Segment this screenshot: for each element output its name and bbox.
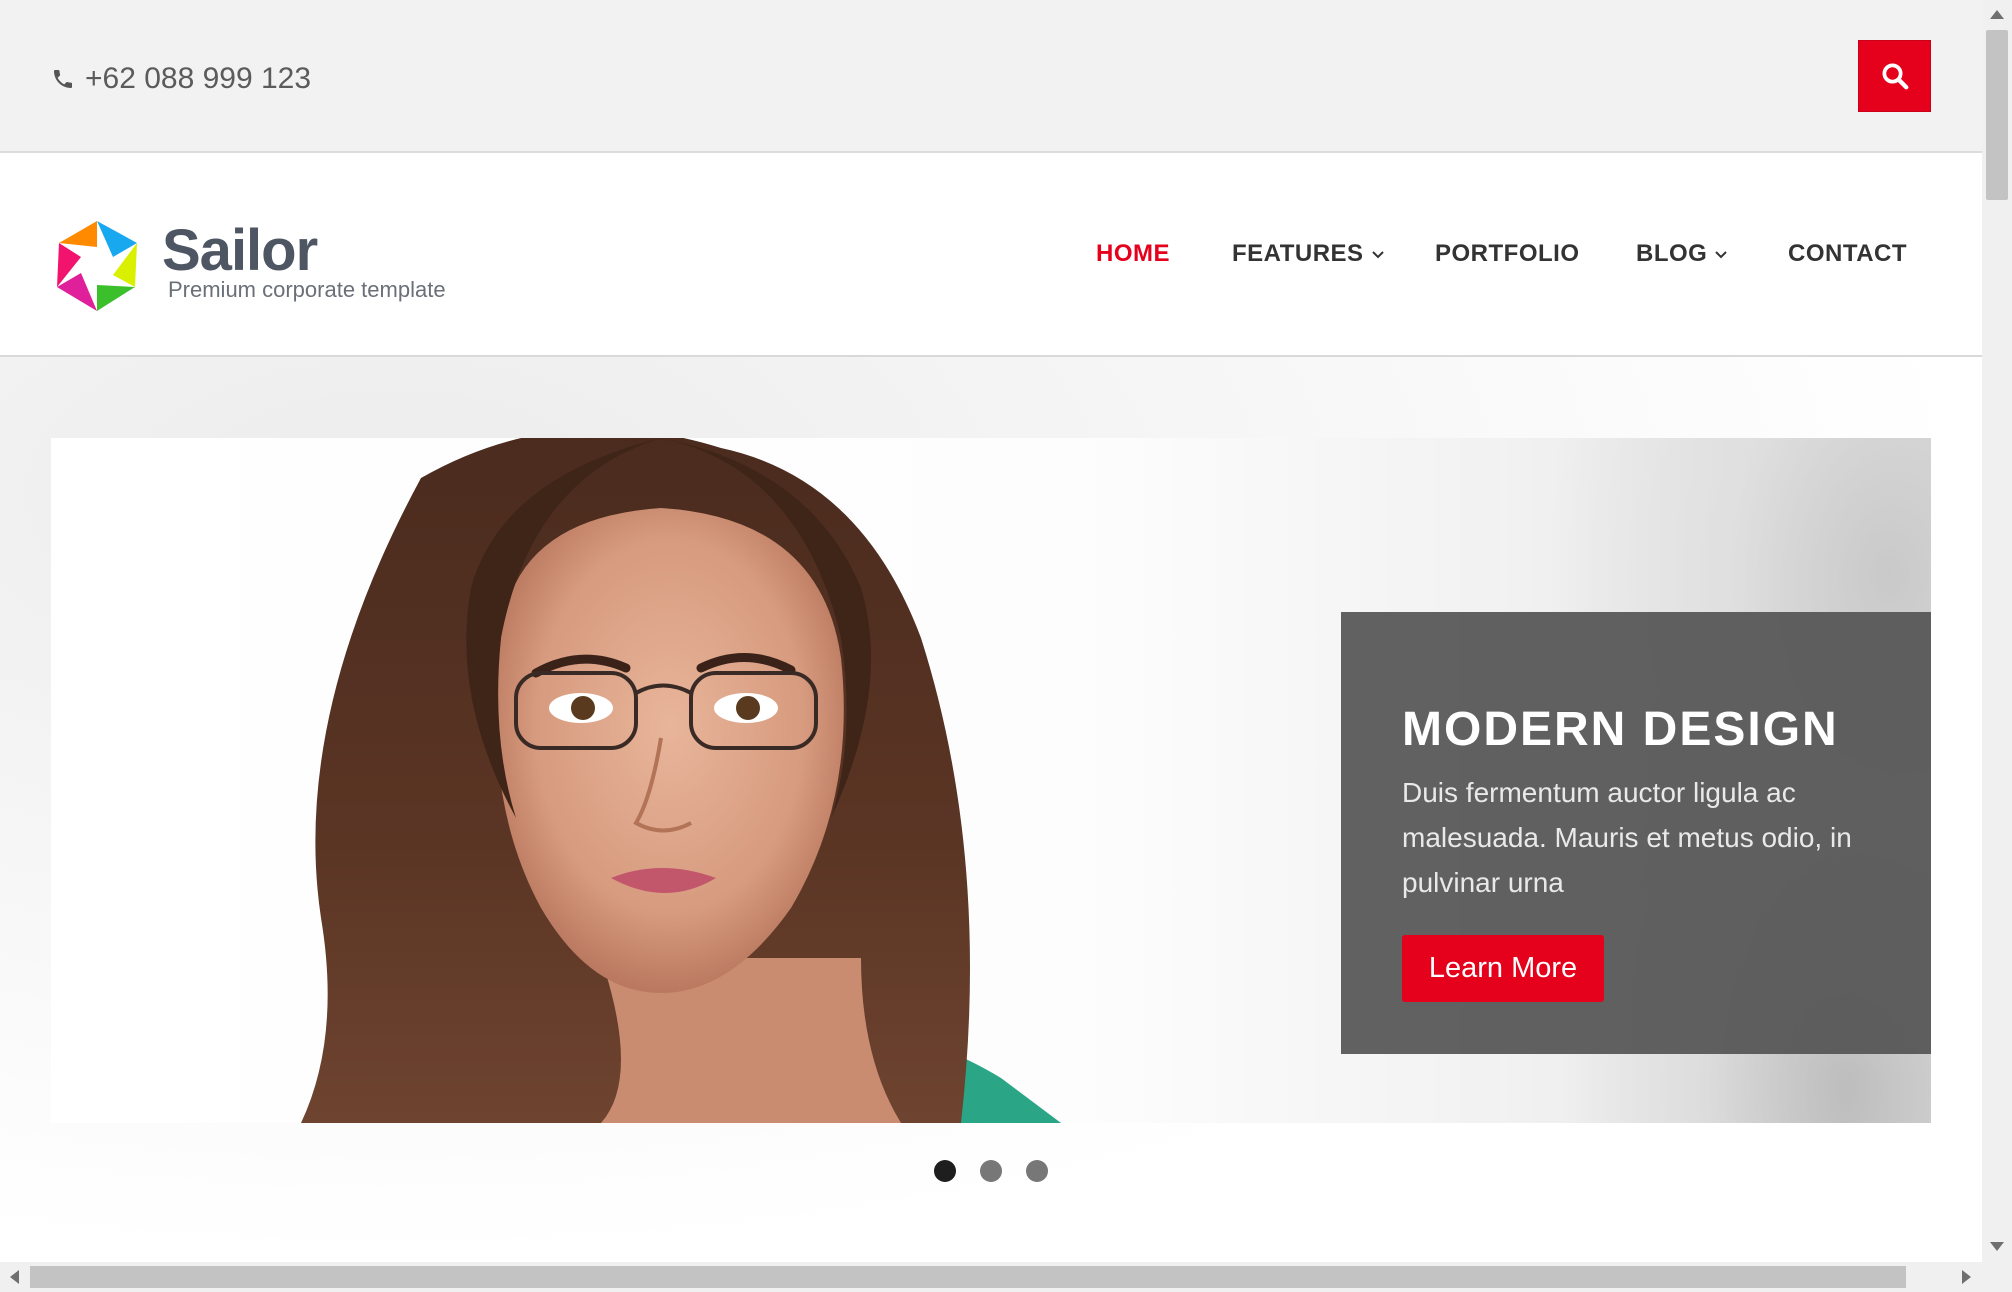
- nav-item-label: PORTFOLIO: [1435, 240, 1580, 267]
- hero-portrait-image: [301, 438, 1061, 1123]
- scroll-down-icon[interactable]: [1990, 1242, 2004, 1251]
- scroll-left-icon[interactable]: [10, 1270, 19, 1284]
- nav-item-label: FEATURES: [1232, 240, 1364, 267]
- nav-item-label: CONTACT: [1788, 240, 1908, 267]
- hero-title: MODERN DESIGN: [1402, 703, 1839, 756]
- slider-dot-3[interactable]: [1026, 1160, 1048, 1182]
- chevron-down-icon: [1715, 251, 1728, 259]
- phone-icon: [54, 70, 72, 88]
- top-bar: +62 088 999 123: [0, 0, 1982, 153]
- nav-item-home[interactable]: HOME: [1096, 240, 1170, 268]
- vertical-scroll-thumb[interactable]: [1986, 30, 2008, 200]
- chevron-down-icon: [1371, 251, 1384, 259]
- slider-dot-1[interactable]: [934, 1160, 956, 1182]
- brand-name[interactable]: Sailor: [162, 217, 318, 284]
- slider-dot-2[interactable]: [980, 1160, 1002, 1182]
- horizontal-scrollbar[interactable]: [0, 1262, 2012, 1292]
- scroll-up-icon[interactable]: [1990, 10, 2004, 19]
- hero-caption: MODERN DESIGN Duis fermentum auctor ligu…: [1341, 612, 1931, 1054]
- hero-text: Duis fermentum auctor ligula ac malesuad…: [1402, 777, 1852, 898]
- nav-item-features[interactable]: FEATURES: [1232, 240, 1386, 268]
- brand-tagline: Premium corporate template: [168, 277, 446, 302]
- nav-item-blog[interactable]: BLOG: [1636, 240, 1729, 268]
- learn-more-button[interactable]: Learn More: [1402, 935, 1604, 1002]
- nav-item-contact[interactable]: CONTACT: [1788, 240, 1907, 268]
- scroll-right-icon[interactable]: [1962, 1270, 1971, 1284]
- phone-number: +62 088 999 123: [85, 62, 312, 95]
- nav-item-label: BLOG: [1636, 240, 1708, 267]
- nav-item-label: HOME: [1096, 240, 1170, 267]
- horizontal-scroll-thumb[interactable]: [30, 1266, 1906, 1288]
- slider-pagination: [934, 1160, 1048, 1182]
- logo-icon[interactable]: [51, 217, 143, 315]
- vertical-scrollbar[interactable]: [1982, 0, 2012, 1262]
- search-button[interactable]: [1858, 40, 1931, 112]
- phone-contact: +62 088 999 123: [51, 62, 311, 96]
- search-icon: [1882, 63, 1908, 90]
- nav-item-portfolio[interactable]: PORTFOLIO: [1435, 240, 1580, 268]
- site-header: Sailor Premium corporate template HOME F…: [0, 155, 1982, 357]
